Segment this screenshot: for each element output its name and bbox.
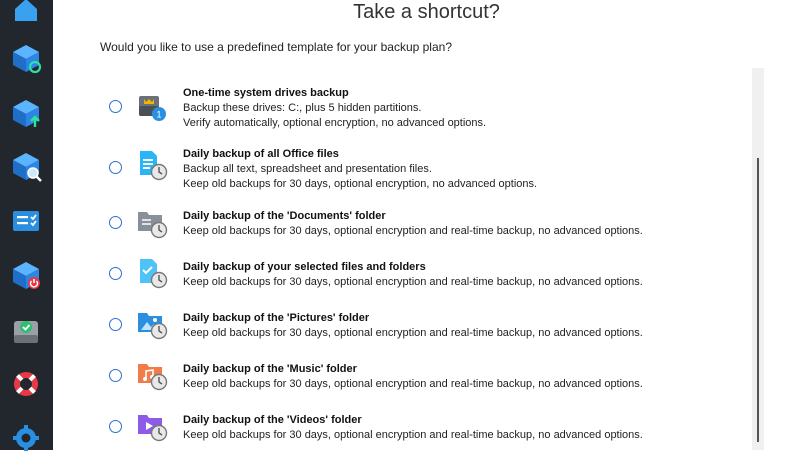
page-title: Take a shortcut? [353,1,500,23]
option-description: Keep old backups for 30 days, optional e… [183,276,643,288]
radio-button[interactable] [109,100,122,113]
option-description: Backup all text, spreadsheet and present… [183,163,432,175]
option-description: Keep old backups for 30 days, optional e… [183,378,643,390]
option-title: Daily backup of the 'Videos' folder [183,414,362,426]
backup-restore-icon[interactable] [8,40,44,76]
option-title: Daily backup of the 'Documents' folder [183,210,386,222]
option-description: Keep old backups for 30 days, optional e… [183,429,643,441]
template-option-office-files[interactable]: Daily backup of all Office files Backup … [100,147,750,195]
option-title: Daily backup of the 'Pictures' folder [183,312,370,324]
documents-folder-clock-icon [136,207,168,239]
option-text: One-time system drives backup Backup the… [183,86,486,131]
radio-button[interactable] [109,216,122,229]
scrollbar-thumb[interactable] [757,158,759,442]
option-description: Backup these drives: C:, plus 5 hidden p… [183,102,422,114]
option-description: Keep old backups for 30 days, optional e… [183,178,538,190]
selected-files-clock-icon [136,257,168,289]
videos-folder-clock-icon [136,410,168,442]
template-option-music-folder[interactable]: Daily backup of the 'Music' folder Keep … [100,362,750,410]
pictures-folder-clock-icon [136,308,168,340]
radio-button[interactable] [109,369,122,382]
home-icon[interactable] [8,0,44,28]
system-drive-icon: 1 [136,90,168,122]
option-text: Daily backup of the 'Music' folder Keep … [183,362,643,392]
option-text: Daily backup of the 'Videos' folder Keep… [183,413,643,443]
option-title: Daily backup of all Office files [183,148,339,160]
lifebuoy-icon[interactable] [8,366,44,402]
gear-icon[interactable] [8,420,44,456]
drive-check-icon[interactable] [8,312,44,348]
radio-button[interactable] [109,267,122,280]
template-option-documents-folder[interactable]: Daily backup of the 'Documents' folder K… [100,209,750,257]
backup-upload-icon[interactable] [8,95,44,131]
option-title: Daily backup of your selected files and … [183,261,426,273]
template-option-videos-folder[interactable]: Daily backup of the 'Videos' folder Keep… [100,413,750,461]
template-option-selected-files[interactable]: Daily backup of your selected files and … [100,257,750,308]
backup-power-icon[interactable] [8,257,44,293]
option-text: Daily backup of the 'Pictures' folder Ke… [183,311,643,341]
option-text: Daily backup of the 'Documents' folder K… [183,209,643,239]
template-option-system-drives[interactable]: 1 One-time system drives backup Backup t… [100,86,750,134]
task-list-icon[interactable] [8,203,44,239]
option-title: One-time system drives backup [183,87,349,99]
backup-search-icon[interactable] [8,148,44,184]
svg-text:1: 1 [156,110,161,120]
template-option-pictures-folder[interactable]: Daily backup of the 'Pictures' folder Ke… [100,311,750,359]
radio-button[interactable] [109,161,122,174]
option-description: Keep old backups for 30 days, optional e… [183,225,643,237]
option-title: Daily backup of the 'Music' folder [183,363,357,375]
radio-button[interactable] [109,420,122,433]
option-text: Daily backup of your selected files and … [183,260,643,290]
template-question: Would you like to use a predefined templ… [100,40,452,54]
radio-button[interactable] [109,318,122,331]
option-description: Keep old backups for 30 days, optional e… [183,327,643,339]
option-text: Daily backup of all Office files Backup … [183,147,537,192]
sidebar [0,0,53,451]
office-file-clock-icon [136,149,168,181]
option-description: Verify automatically, optional encryptio… [183,117,487,129]
music-folder-clock-icon [136,359,168,391]
